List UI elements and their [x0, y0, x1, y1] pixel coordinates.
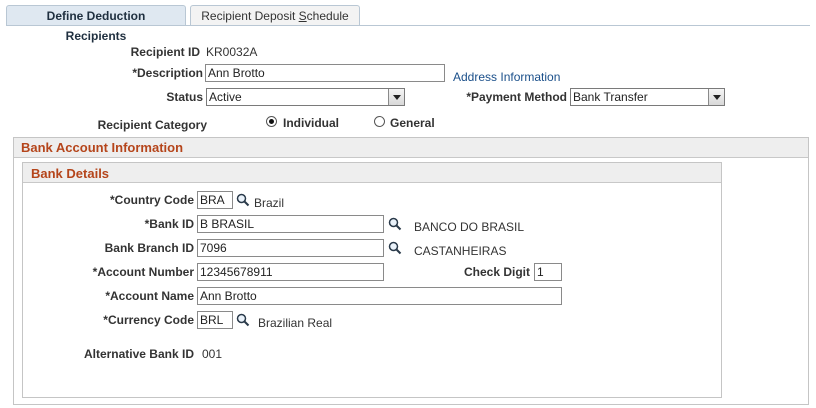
account-name-field[interactable]: Ann Brotto [197, 287, 562, 305]
tab-divider [6, 25, 810, 26]
radio-individual[interactable] [266, 116, 277, 127]
recipient-id-value: KR0032A [206, 45, 258, 59]
account-number-label: *Account Number [92, 265, 194, 279]
bank-details-group-header [23, 163, 721, 183]
tab-define-deduction-recipients[interactable]: Define Deduction Recipients [6, 5, 186, 43]
account-name-label: *Account Name [105, 289, 194, 303]
chevron-down-icon[interactable] [388, 89, 404, 105]
tab-label: Recipient Deposit Schedule [201, 9, 349, 23]
bank-details-title: Bank Details [31, 166, 110, 181]
country-code-field[interactable]: BRA [197, 191, 233, 209]
check-digit-label: Check Digit [463, 265, 530, 279]
description-field[interactable]: Ann Brotto [205, 64, 445, 82]
magnifier-icon[interactable] [236, 313, 250, 327]
chevron-down-icon[interactable] [708, 89, 724, 105]
currency-code-label: *Currency Code [103, 313, 194, 327]
recipient-id-label: Recipient ID [130, 45, 200, 59]
country-name: Brazil [254, 196, 285, 210]
magnifier-icon[interactable] [236, 193, 250, 207]
magnifier-icon[interactable] [388, 241, 402, 255]
alt-bank-id-value: 001 [202, 347, 223, 361]
address-information-link[interactable]: Address Information [453, 70, 560, 84]
check-digit-field[interactable]: 1 [534, 263, 562, 281]
bank-account-title: Bank Account Information [21, 140, 184, 155]
status-value: Active [209, 90, 242, 104]
bank-name: BANCO DO BRASIL [414, 220, 525, 234]
tab-recipient-deposit-schedule[interactable]: Recipient Deposit Schedule [190, 5, 360, 25]
branch-id-field[interactable]: 7096 [197, 239, 384, 257]
alt-bank-id-label: Alternative Bank ID [83, 347, 194, 361]
radio-general[interactable] [374, 116, 385, 127]
currency-code-field[interactable]: BRL [197, 311, 233, 329]
status-label: Status [166, 90, 203, 104]
bank-id-label: *Bank ID [144, 217, 194, 231]
payment-method-select[interactable]: Bank Transfer [570, 88, 725, 106]
magnifier-icon[interactable] [388, 217, 402, 231]
recipient-category-label: Recipient Category [97, 118, 207, 132]
currency-name: Brazilian Real [258, 316, 333, 330]
description-label: *Description [132, 66, 203, 80]
radio-individual-label: Individual [283, 116, 340, 130]
bank-id-field[interactable]: B BRASIL [197, 215, 384, 233]
radio-general-label: General [390, 116, 435, 130]
payment-method-value: Bank Transfer [573, 90, 648, 104]
branch-id-label: Bank Branch ID [104, 241, 194, 255]
country-code-label: *Country Code [110, 193, 194, 207]
status-select[interactable]: Active [206, 88, 405, 106]
account-number-field[interactable]: 12345678911 [197, 263, 384, 281]
branch-name: CASTANHEIRAS [414, 244, 507, 258]
payment-method-label: *Payment Method [466, 90, 567, 104]
